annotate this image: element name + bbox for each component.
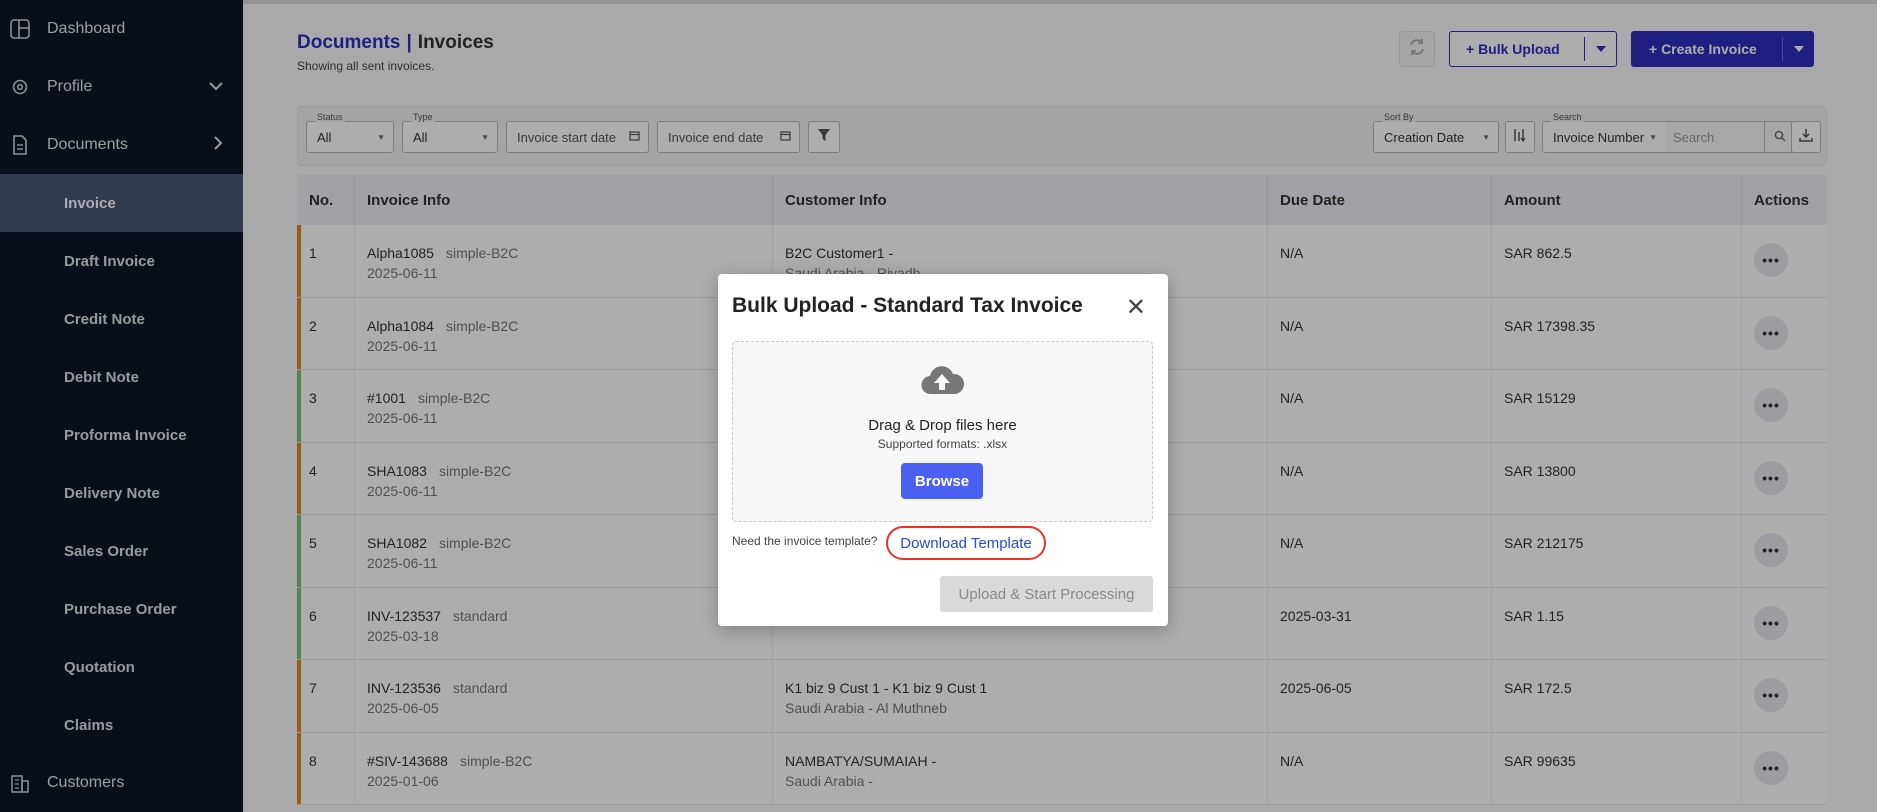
- file-dropzone[interactable]: Drag & Drop files here Supported formats…: [732, 341, 1153, 522]
- bulk-upload-modal: Bulk Upload - Standard Tax Invoice ✕ Dra…: [718, 274, 1168, 626]
- supported-formats: Supported formats: .xlsx: [877, 437, 1008, 451]
- cloud-upload-icon: [919, 364, 965, 403]
- modal-title: Bulk Upload - Standard Tax Invoice: [732, 294, 1083, 317]
- dropzone-text: Drag & Drop files here: [868, 417, 1017, 434]
- download-template-link[interactable]: Download Template: [886, 526, 1046, 560]
- close-icon[interactable]: ✕: [1126, 296, 1146, 320]
- browse-button[interactable]: Browse: [901, 463, 983, 499]
- upload-start-processing-button[interactable]: Upload & Start Processing: [940, 576, 1153, 612]
- template-question: Need the invoice template?: [732, 534, 878, 548]
